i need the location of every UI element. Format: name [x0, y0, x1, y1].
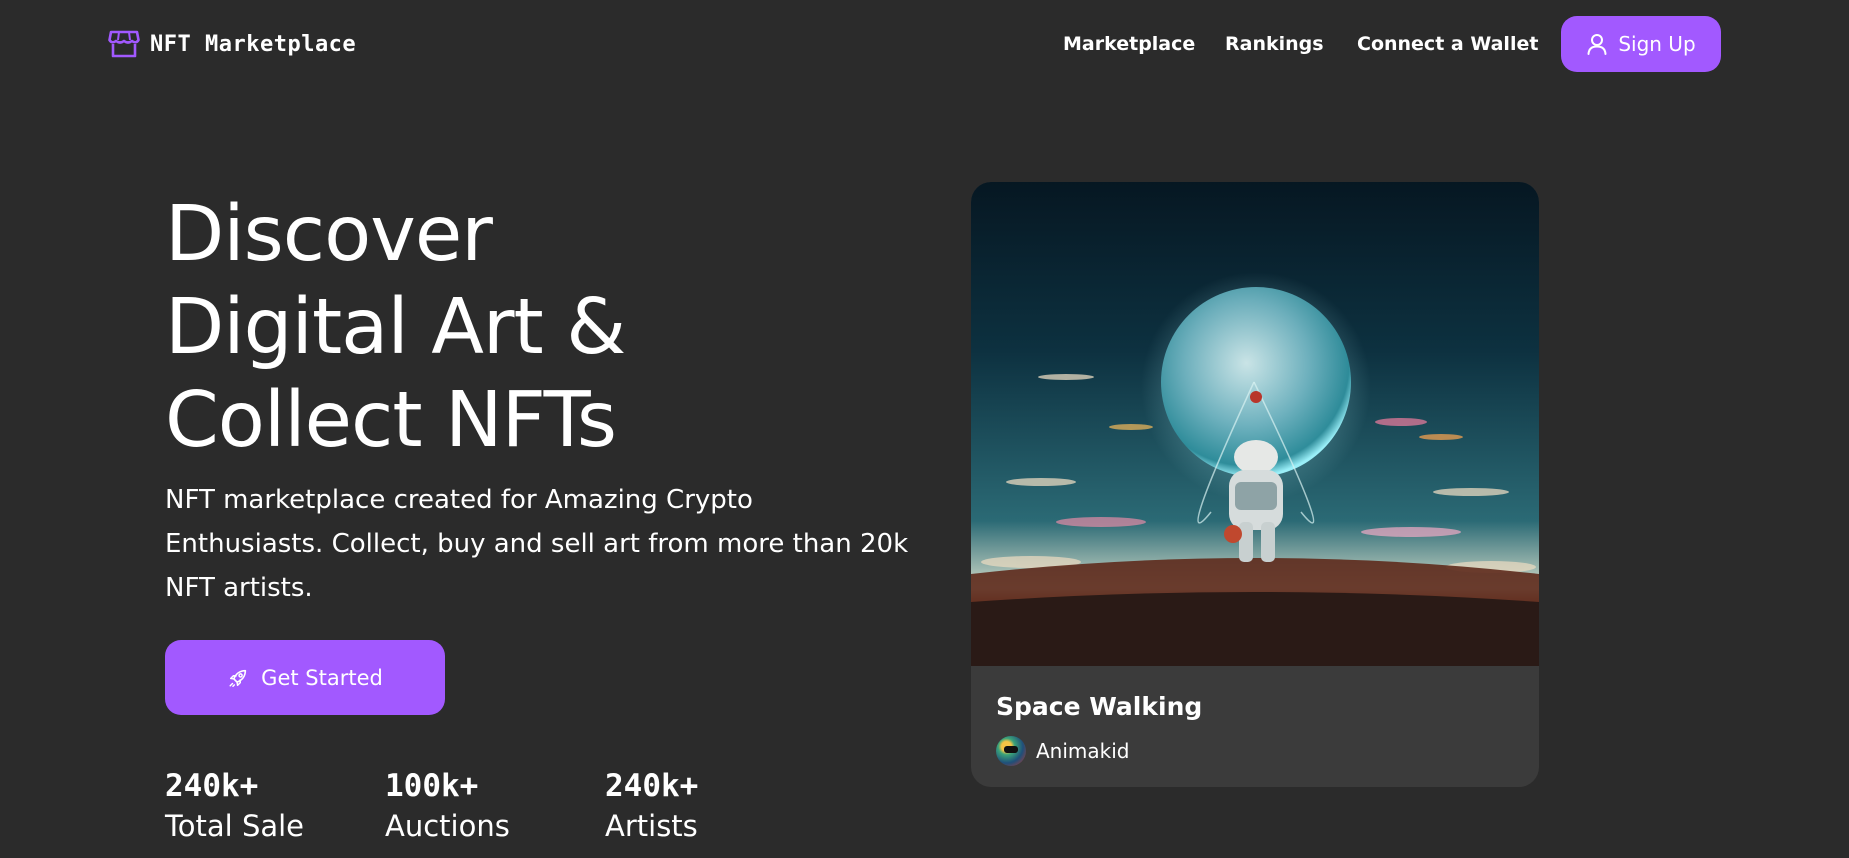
hero-description-line-1: NFT marketplace created for Amazing Cryp… [165, 485, 753, 515]
nft-artist-name: Animakid [1036, 739, 1130, 763]
hero-title-line-2: Digital Art & [165, 283, 626, 372]
stat-value: 240k+ [165, 768, 259, 804]
hero-title: Discover Digital Art & Collect NFTs [165, 188, 865, 467]
hero-description-line-2: Enthusiasts. Collect, buy and sell art f… [165, 529, 909, 559]
sign-up-button[interactable]: Sign Up [1561, 16, 1721, 72]
stat-label: Total Sale [165, 809, 305, 843]
hero-title-line-3: Collect NFTs [165, 376, 617, 465]
logo[interactable]: NFT Marketplace [108, 28, 356, 60]
get-started-label: Get Started [261, 665, 383, 690]
rocket-icon [229, 669, 247, 687]
stat-value: 100k+ [385, 768, 479, 804]
stat-label: Auctions [385, 809, 510, 843]
logo-text: NFT Marketplace [150, 31, 357, 57]
nav-link-marketplace[interactable]: Marketplace [1063, 28, 1195, 60]
hero-description-line-3: NFT artists. [165, 573, 313, 603]
sign-up-label: Sign Up [1618, 32, 1696, 56]
featured-nft-card[interactable]: Space Walking Animakid [971, 182, 1539, 787]
user-icon [1587, 34, 1607, 55]
stat-value: 240k+ [605, 768, 699, 804]
site-header: NFT Marketplace Marketplace Rankings Con… [0, 0, 1849, 90]
stat-label: Artists [605, 809, 698, 843]
stat-artists: 240k+ Artists [605, 766, 805, 846]
nft-artwork-image [971, 182, 1539, 666]
avatar-icon [996, 736, 1026, 766]
hero-title-line-1: Discover [165, 190, 493, 279]
nav-link-rankings[interactable]: Rankings [1225, 28, 1324, 60]
stat-total-sale: 240k+ Total Sale [165, 766, 365, 846]
get-started-button[interactable]: Get Started [165, 640, 445, 715]
nft-artist[interactable]: Animakid [996, 736, 1130, 766]
nft-title: Space Walking [996, 692, 1203, 721]
stat-auctions: 100k+ Auctions [385, 766, 585, 846]
nav-link-connect-wallet[interactable]: Connect a Wallet [1357, 28, 1538, 60]
storefront-icon [108, 30, 140, 58]
hero-description: NFT marketplace created for Amazing Cryp… [165, 478, 909, 610]
